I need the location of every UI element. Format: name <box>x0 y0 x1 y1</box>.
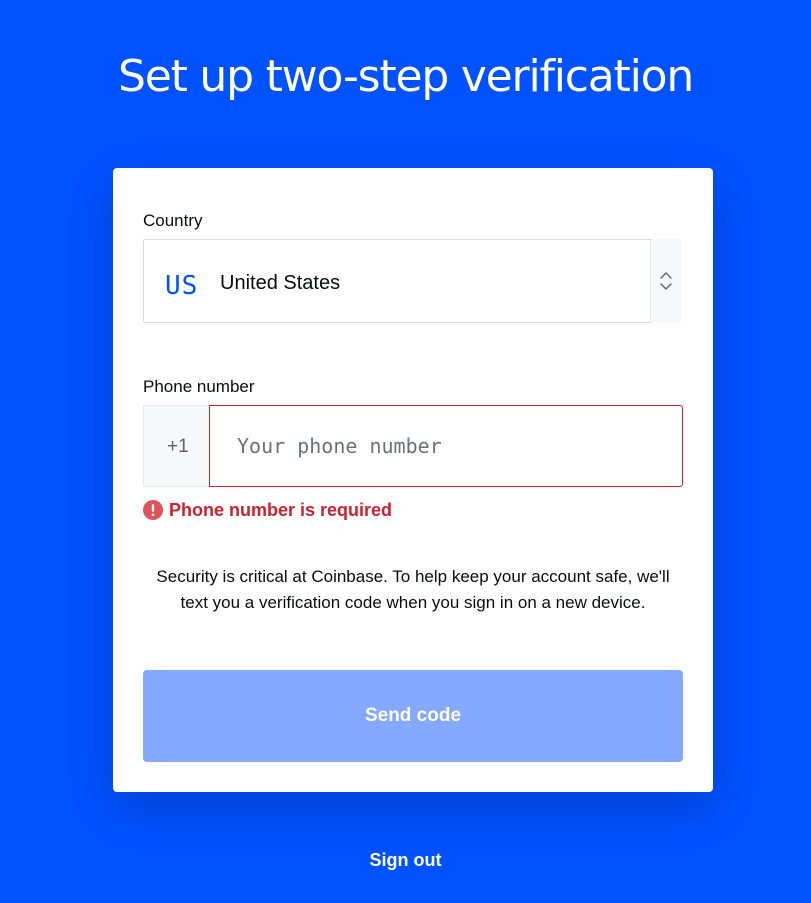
error-message: Phone number is required <box>169 500 393 520</box>
country-label: Country <box>143 211 203 230</box>
country-name: United States <box>220 272 341 294</box>
sign-out-link[interactable]: Sign out <box>0 848 811 872</box>
phone-number-label: Phone number <box>143 377 255 396</box>
country-select[interactable]: US United States <box>143 239 681 323</box>
phone-prefix-text: +1 <box>167 436 189 457</box>
phone-country-prefix: +1 <box>143 405 209 487</box>
country-code: US <box>165 271 199 301</box>
phone-number-input[interactable] <box>209 405 683 487</box>
chevron-up-down-icon <box>650 239 681 323</box>
exclamation-circle-icon <box>143 500 163 520</box>
page-title: Set up two-step verification <box>117 51 694 102</box>
security-note: Security is critical at Coinbase. To hel… <box>156 567 670 612</box>
verification-card: Country US United States Phone number +1… <box>113 168 713 792</box>
send-code-button[interactable]: Send code <box>143 670 683 762</box>
